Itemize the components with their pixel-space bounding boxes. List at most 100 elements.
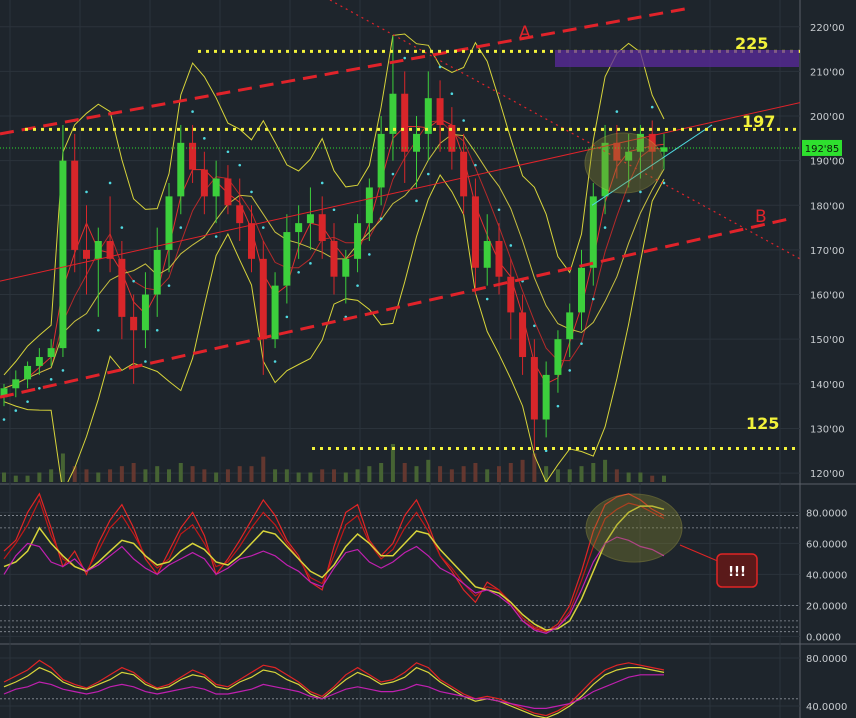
- sar-dot: [615, 110, 619, 113]
- level-label-197: 197: [742, 112, 775, 131]
- candle-body: [306, 214, 314, 224]
- candle-body: [554, 339, 562, 375]
- label-b: B: [755, 207, 767, 227]
- price-tick-label: 210'00: [810, 67, 845, 78]
- sar-dot: [556, 404, 560, 408]
- sar-dot: [14, 409, 18, 412]
- price-tick-label: 140'00: [810, 380, 845, 391]
- candle-body: [248, 223, 255, 259]
- volume-bar: [367, 466, 372, 482]
- sar-dot: [85, 190, 88, 194]
- sar-dot: [155, 328, 159, 332]
- price-tick-label: 200'00: [810, 112, 845, 123]
- volume-bar: [508, 463, 513, 482]
- candle-body: [495, 241, 503, 277]
- volume-bar: [438, 466, 443, 482]
- candle-body: [471, 196, 479, 268]
- sar-dot: [61, 369, 65, 372]
- candle-body: [177, 142, 185, 197]
- level-label-225: 225: [735, 34, 768, 53]
- sar-dot: [403, 56, 407, 60]
- volume-bar: [261, 456, 266, 482]
- candle-body: [578, 267, 585, 313]
- osc-tick-label: 40.0000: [806, 570, 847, 581]
- sar-dot: [650, 105, 654, 109]
- price-tick-label: 120'00: [810, 469, 845, 480]
- candle-body: [271, 285, 279, 340]
- candle-body: [71, 160, 79, 250]
- sar-dot: [179, 226, 183, 229]
- price-tick-label: 150'00: [810, 335, 845, 346]
- volume-bar: [579, 466, 584, 482]
- volume-bar: [485, 469, 490, 482]
- sar-dot: [332, 208, 336, 212]
- volume-bar: [343, 472, 348, 482]
- sar-dot: [49, 378, 53, 381]
- candle-body: [94, 241, 102, 259]
- volume-bar: [626, 472, 631, 482]
- sar-dot: [120, 226, 124, 229]
- chart-screen: !!! 220'00 210'00 200'00 190'00 180'00 170'00…: [0, 0, 856, 718]
- sar-dot: [368, 253, 371, 256]
- candle-body: [24, 365, 32, 380]
- osc2-tick-label: 80.0000: [806, 654, 847, 665]
- candle-body: [318, 214, 326, 241]
- sar-dot: [450, 92, 454, 96]
- osc2-tick-label: 40.0000: [806, 702, 847, 713]
- volume-bar: [461, 466, 466, 482]
- sar-dot: [379, 217, 383, 220]
- candle-body: [566, 312, 574, 340]
- sar-dot: [580, 342, 583, 345]
- volume-bar: [402, 463, 407, 482]
- candle-body: [200, 169, 208, 197]
- sar-dot: [474, 163, 477, 167]
- volume-bar: [355, 469, 360, 482]
- osc-tick-label: 80.0000: [806, 508, 847, 519]
- volume-bar: [131, 463, 136, 482]
- candle-body: [224, 178, 232, 206]
- sar-dot: [285, 315, 289, 319]
- volume-bar: [214, 472, 219, 482]
- candle-body: [212, 178, 220, 197]
- price-tick-label: 130'00: [810, 424, 845, 435]
- volume-bar: [650, 475, 655, 482]
- sar-dot: [167, 284, 171, 287]
- volume-bar: [2, 472, 6, 482]
- volume-bar: [84, 469, 89, 482]
- volume-bar: [49, 469, 54, 482]
- sar-dot: [415, 199, 418, 203]
- volume-bar: [284, 469, 289, 482]
- volume-bar: [614, 469, 619, 482]
- candle-body: [483, 241, 491, 268]
- volume-bar: [190, 466, 195, 482]
- sar-dot: [108, 181, 112, 185]
- sar-dot: [38, 386, 41, 390]
- sar-dot: [261, 226, 265, 229]
- volume-bar: [296, 472, 301, 482]
- candle-body: [295, 223, 303, 233]
- sar-dot: [238, 163, 242, 167]
- volume-bar: [497, 466, 501, 482]
- trading-chart[interactable]: !!! 220'00 210'00 200'00 190'00 180'00 170'00…: [0, 0, 856, 718]
- volume-bar: [13, 475, 18, 482]
- sar-dot: [273, 360, 277, 363]
- sar-dot: [96, 328, 100, 332]
- volume-bar: [638, 472, 643, 482]
- sar-dot: [391, 172, 395, 176]
- sar-dot: [627, 199, 630, 203]
- candle-body: [59, 160, 67, 349]
- sar-dot: [426, 172, 430, 176]
- price-tick-label: 160'00: [810, 291, 845, 302]
- sar-dot: [485, 297, 489, 301]
- sar-dot: [226, 150, 230, 154]
- price-tick-label: 180'00: [810, 201, 845, 212]
- candle-body: [153, 249, 161, 295]
- candle-body: [377, 133, 385, 188]
- volume-bar: [332, 469, 336, 482]
- volume-bar: [37, 472, 42, 482]
- candle-body: [342, 258, 350, 277]
- price-tick-label: 170'00: [810, 246, 845, 257]
- volume-bar: [225, 469, 230, 482]
- last-price-label: 192'85: [805, 144, 840, 155]
- volume-bar: [603, 459, 608, 482]
